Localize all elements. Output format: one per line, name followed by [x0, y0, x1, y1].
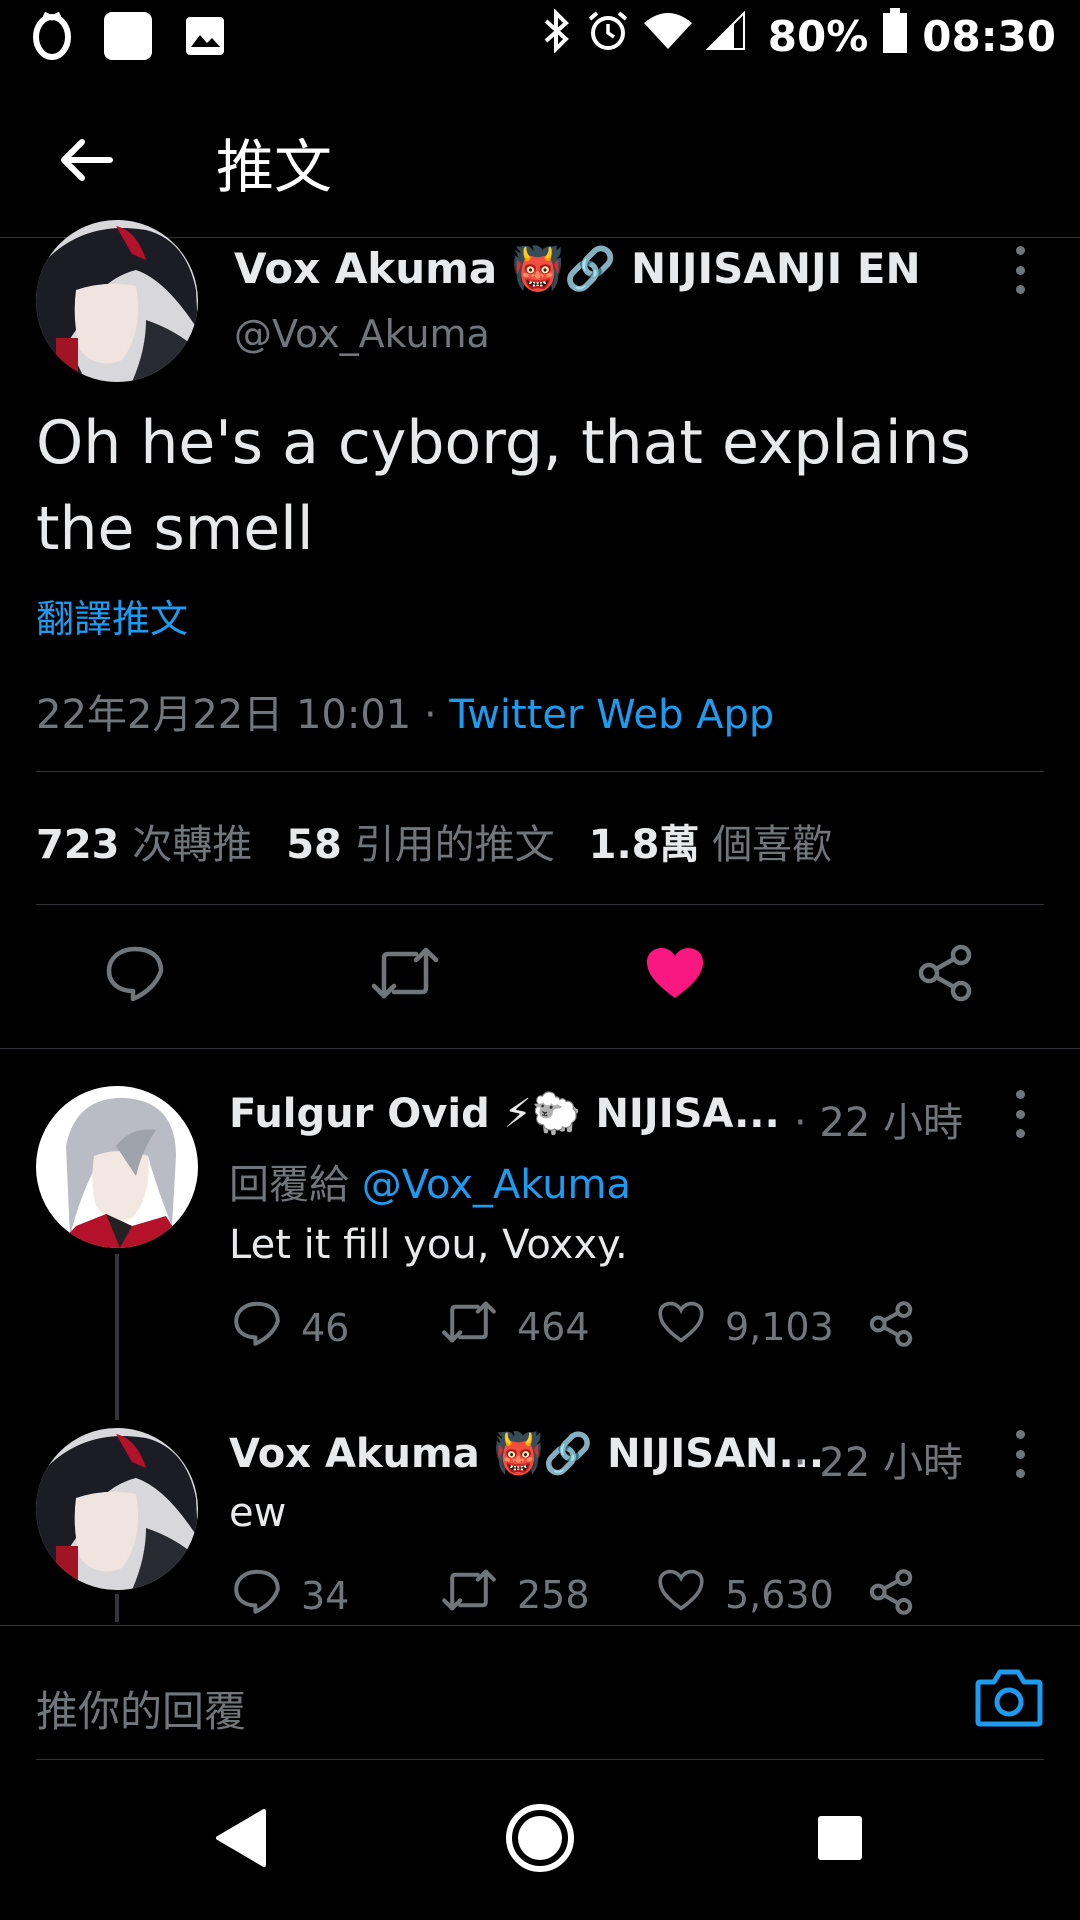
- reply-time[interactable]: · 22 小時: [794, 1090, 963, 1148]
- retweet-icon: [441, 1568, 497, 1621]
- divider: [0, 1048, 1080, 1049]
- author-name[interactable]: Vox Akuma 👹🔗 NIJISANJI EN: [234, 244, 921, 294]
- alarm-icon: [586, 9, 630, 63]
- app-header: 推文: [0, 80, 1080, 238]
- retweet-button[interactable]: [365, 935, 445, 1015]
- retweet-icon: [441, 1300, 497, 1353]
- reply-share-button[interactable]: [867, 1300, 915, 1357]
- tweet-meta: 22年2月22日 10:01 · Twitter Web App: [36, 682, 774, 740]
- reply-retweet-button[interactable]: 258: [441, 1568, 590, 1621]
- thread-line: [115, 1254, 119, 1420]
- reply-to-label: 回覆給: [229, 1162, 349, 1208]
- arrow-left-icon: [58, 136, 114, 189]
- retweets-label: 次轉推: [132, 822, 253, 868]
- wifi-icon: [643, 11, 692, 61]
- retweets-count: 723: [36, 822, 120, 868]
- author-avatar[interactable]: [36, 220, 198, 382]
- likes-count: 1.8萬: [588, 822, 700, 868]
- reply-author-name[interactable]: Fulgur Ovid ⚡🐑 NIJISA...: [229, 1090, 780, 1137]
- bluetooth-icon: [540, 8, 572, 63]
- reply-avatar[interactable]: [36, 1428, 198, 1590]
- share-icon: [915, 943, 975, 1008]
- retweet-count: 258: [517, 1572, 590, 1617]
- circle-home-icon: [505, 1803, 575, 1878]
- reply-reply-button[interactable]: 46: [233, 1300, 349, 1355]
- share-icon: [867, 1568, 915, 1625]
- divider: [36, 904, 1044, 905]
- reply-reply-button[interactable]: 34: [233, 1568, 349, 1623]
- reply-more-button[interactable]: [1008, 1090, 1032, 1138]
- translate-tweet-link[interactable]: 翻譯推文: [36, 588, 188, 643]
- author-handle[interactable]: @Vox_Akuma: [234, 312, 490, 356]
- image-notification-icon: [182, 13, 228, 64]
- nav-back-button[interactable]: [200, 1800, 280, 1880]
- reply-text: Let it fill you, Voxxy.: [229, 1222, 628, 1268]
- status-bar: 80% 08:30: [0, 0, 1080, 76]
- heart-filled-icon: [645, 946, 705, 1005]
- reply-to-line: 回覆給 @Vox_Akuma: [229, 1152, 631, 1210]
- clock-time: 08:30: [922, 11, 1056, 61]
- reply-icon: [233, 1568, 281, 1623]
- camera-icon: [974, 1669, 1044, 1734]
- reply-to-mention[interactable]: @Vox_Akuma: [362, 1162, 631, 1208]
- reply-more-button[interactable]: [1008, 1430, 1032, 1478]
- reply-input[interactable]: 推你的回覆: [36, 1678, 246, 1739]
- tweet-text: Oh he's a cyborg, that explains the smel…: [36, 408, 971, 564]
- meta-separator: ·: [411, 692, 450, 738]
- heart-icon: [657, 1568, 705, 1621]
- quotes-stat[interactable]: 58 引用的推文: [286, 822, 554, 868]
- reply-button[interactable]: [95, 935, 175, 1015]
- retweet-count: 464: [517, 1304, 590, 1349]
- reply-share-button[interactable]: [867, 1568, 915, 1625]
- reply-actions: 34 258 5,630: [229, 1568, 929, 1628]
- like-count: 9,103: [725, 1304, 834, 1349]
- reply-count: 46: [301, 1305, 350, 1350]
- nav-home-button[interactable]: [500, 1800, 580, 1880]
- tweet-stats: 723 次轉推 58 引用的推文 1.8萬 個喜歡: [36, 812, 866, 870]
- reply-count: 34: [301, 1573, 350, 1618]
- reply-actions: 46 464 9,103: [229, 1300, 929, 1360]
- thread-line: [115, 1594, 119, 1622]
- likes-label: 個喜歡: [712, 822, 833, 868]
- reply-like-button[interactable]: 5,630: [657, 1568, 834, 1621]
- likes-stat[interactable]: 1.8萬 個喜歡: [589, 822, 833, 868]
- reply-avatar[interactable]: [36, 1086, 198, 1248]
- triangle-back-icon: [212, 1807, 268, 1874]
- nav-recents-button[interactable]: [800, 1800, 880, 1880]
- reply-retweet-button[interactable]: 464: [441, 1300, 590, 1353]
- tweet-actions: [0, 935, 1080, 1015]
- app-notification-icon: [102, 10, 154, 67]
- reply-composer: 推你的回覆: [0, 1625, 1080, 1760]
- tweet-more-button[interactable]: [1008, 246, 1032, 294]
- share-icon: [867, 1300, 915, 1357]
- like-count: 5,630: [725, 1572, 834, 1617]
- divider: [36, 771, 1044, 772]
- reply-author-name[interactable]: Vox Akuma 👹🔗 NIJISAN...: [229, 1430, 824, 1477]
- heart-icon: [657, 1300, 705, 1353]
- page-title: 推文: [216, 133, 333, 201]
- back-button[interactable]: [50, 126, 122, 198]
- quotes-count: 58: [286, 822, 342, 868]
- system-nav-bar: [0, 1760, 1080, 1920]
- reply-time[interactable]: · 22 小時: [794, 1430, 963, 1488]
- reply-icon: [233, 1300, 281, 1355]
- cell-signal-icon: [705, 10, 746, 61]
- ring-icon: [30, 10, 74, 67]
- reply-like-button[interactable]: 9,103: [657, 1300, 834, 1353]
- like-button[interactable]: [635, 935, 715, 1015]
- battery-icon: [882, 8, 908, 64]
- retweets-stat[interactable]: 723 次轉推: [36, 822, 252, 868]
- share-button[interactable]: [905, 935, 985, 1015]
- battery-percent: 80%: [767, 11, 869, 61]
- retweet-icon: [370, 946, 440, 1005]
- square-recents-icon: [815, 1813, 865, 1868]
- reply-text: ew: [229, 1490, 287, 1536]
- tweet-source-link[interactable]: Twitter Web App: [449, 692, 774, 738]
- tweet-timestamp[interactable]: 22年2月22日 10:01: [36, 692, 411, 738]
- camera-button[interactable]: [974, 1666, 1044, 1730]
- quotes-label: 引用的推文: [354, 822, 555, 868]
- reply-icon: [105, 945, 165, 1006]
